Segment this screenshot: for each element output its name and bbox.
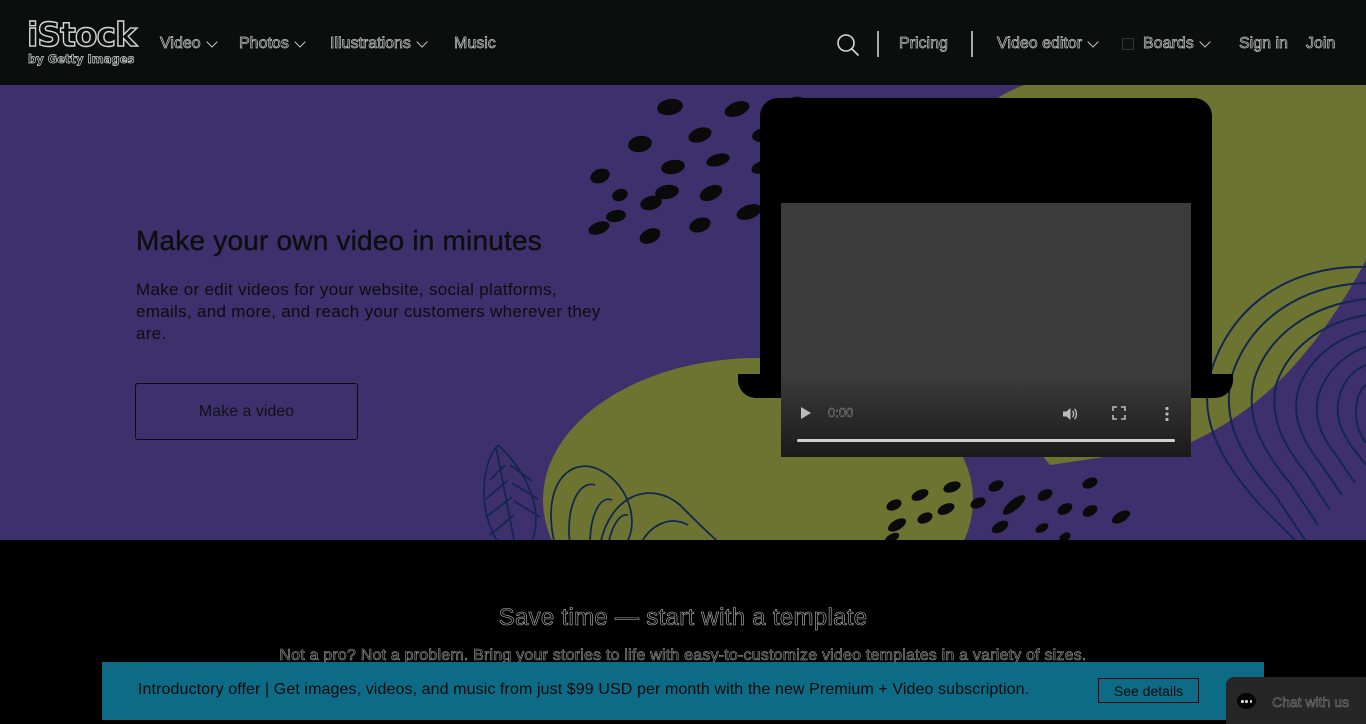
- video-player[interactable]: 0:00: [781, 203, 1191, 457]
- logo-tagline: by Getty Images: [28, 52, 135, 67]
- chat-widget-button[interactable]: Chat with us: [1226, 677, 1366, 724]
- boards-icon: [1122, 38, 1134, 50]
- nav-video-editor[interactable]: Video editor: [997, 33, 1099, 55]
- volume-icon[interactable]: [1062, 406, 1078, 422]
- chevron-down-icon: [1199, 35, 1211, 48]
- nav-video-label: Video: [160, 35, 201, 53]
- nav-music[interactable]: Music: [454, 33, 496, 55]
- logo-wordmark: iStock: [26, 15, 137, 54]
- nav-illustrations[interactable]: Illustrations: [330, 33, 428, 55]
- nav-boards[interactable]: Boards: [1122, 33, 1211, 55]
- nav-boards-label: Boards: [1143, 35, 1194, 53]
- chevron-down-icon: [416, 35, 428, 48]
- video-progress-bar[interactable]: [797, 439, 1175, 442]
- nav-video-editor-label: Video editor: [997, 35, 1083, 53]
- nav-photos-label: Photos: [239, 35, 290, 53]
- nav-join[interactable]: Join: [1306, 33, 1336, 55]
- top-navigation: iStock by Getty Images Video Photos Illu…: [0, 0, 1366, 85]
- chat-label: Chat with us: [1272, 694, 1350, 711]
- nav-divider: [877, 31, 879, 57]
- promo-banner: Introductory offer | Get images, videos,…: [102, 662, 1264, 720]
- video-time: 0:00: [828, 405, 854, 420]
- nav-pricing-label: Pricing: [899, 35, 949, 53]
- make-a-video-button[interactable]: Make a video: [135, 383, 358, 440]
- nav-video[interactable]: Video: [160, 33, 218, 55]
- istock-logo[interactable]: iStock by Getty Images: [26, 15, 139, 68]
- nav-music-label: Music: [454, 35, 496, 53]
- chevron-down-icon: [1087, 35, 1099, 48]
- nav-sign-in-label: Sign in: [1239, 35, 1289, 53]
- hero-title: Make your own video in minutes: [136, 225, 542, 257]
- nav-illustrations-label: Illustrations: [330, 35, 412, 53]
- chat-bubble-icon: [1237, 693, 1256, 709]
- fullscreen-icon[interactable]: [1112, 406, 1126, 420]
- search-icon[interactable]: [836, 33, 860, 57]
- nav-join-label: Join: [1306, 35, 1336, 53]
- promo-text: Introductory offer | Get images, videos,…: [138, 681, 1030, 698]
- chevron-down-icon: [205, 35, 218, 48]
- templates-section-title: Save time — start with a template: [498, 604, 868, 632]
- see-details-button[interactable]: See details: [1098, 678, 1199, 703]
- nav-pricing[interactable]: Pricing: [899, 33, 949, 55]
- nav-divider: [971, 31, 973, 57]
- more-options-icon[interactable]: [1164, 406, 1170, 422]
- nav-sign-in[interactable]: Sign in: [1239, 33, 1289, 55]
- chevron-down-icon: [294, 35, 306, 48]
- nav-photos[interactable]: Photos: [239, 33, 306, 55]
- hero-subtitle: Make or edit videos for your website, so…: [136, 280, 601, 343]
- play-icon[interactable]: [801, 407, 811, 419]
